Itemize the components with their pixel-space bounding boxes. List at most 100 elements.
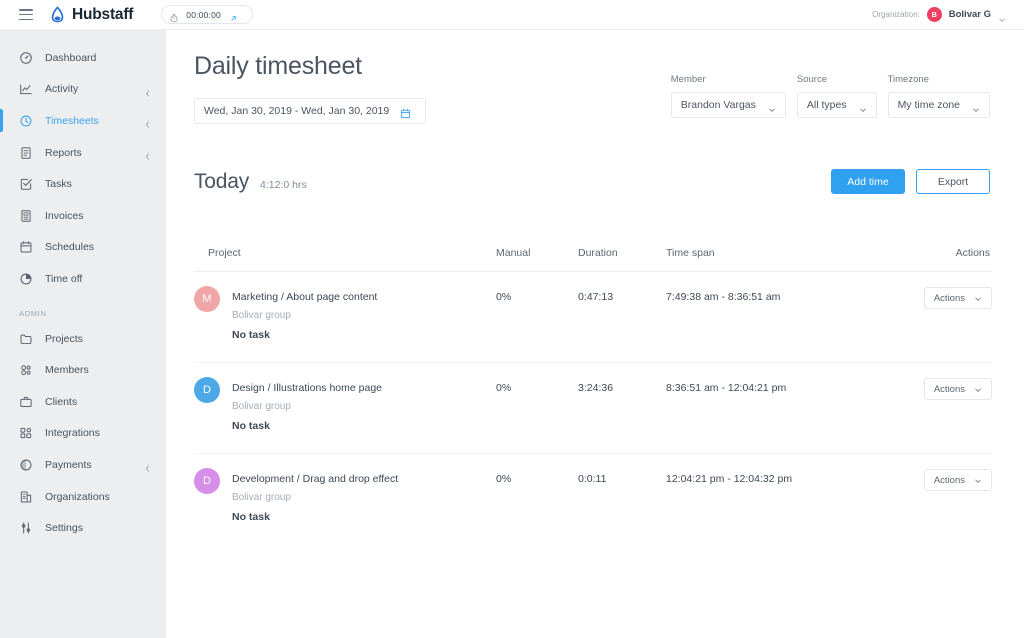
page-action-buttons: Add time Export xyxy=(831,169,990,194)
timer-widget[interactable]: 00:00:00 xyxy=(161,5,253,24)
sidebar-item-label: Timesheets xyxy=(45,115,99,127)
avatar: B xyxy=(927,7,942,22)
briefcase-icon xyxy=(19,395,33,409)
row-actions-button[interactable]: Actions xyxy=(924,287,992,309)
sidebar-item-label: Reports xyxy=(45,147,82,159)
table-header: Project Manual Duration Time span Action… xyxy=(194,235,992,272)
sidebar-item-label: Projects xyxy=(45,333,83,345)
chevron-down-icon xyxy=(859,101,867,109)
chevron-down-icon xyxy=(974,294,982,302)
hubstaff-logo-icon xyxy=(49,6,66,23)
sidebar-item-label: Dashboard xyxy=(45,52,96,64)
sidebar: Dashboard Activity Timesheets Reports Tasks I… xyxy=(0,30,166,638)
checkbox-task-icon xyxy=(19,177,33,191)
sidebar-item-integrations[interactable]: Integrations xyxy=(0,418,166,450)
sidebar-item-label: Settings xyxy=(45,522,83,534)
calendar-icon xyxy=(19,240,33,254)
row-actions-label: Actions xyxy=(934,293,965,304)
avatar: D xyxy=(194,468,220,494)
chevron-left-icon[interactable] xyxy=(143,85,152,94)
payments-coin-icon xyxy=(19,458,33,472)
sidebar-item-label: Invoices xyxy=(45,210,84,222)
sidebar-item-organizations[interactable]: Organizations xyxy=(0,481,166,513)
sidebar-item-label: Members xyxy=(45,364,89,376)
sidebar-item-clients[interactable]: Clients xyxy=(0,386,166,418)
hamburger-icon[interactable] xyxy=(19,9,33,20)
sidebar-item-label: Schedules xyxy=(45,241,94,253)
sidebar-item-label: Tasks xyxy=(45,178,72,190)
sidebar-item-invoices[interactable]: Invoices xyxy=(0,200,166,232)
sidebar-item-schedules[interactable]: Schedules xyxy=(0,232,166,264)
sidebar-item-settings[interactable]: Settings xyxy=(0,512,166,544)
sidebar-item-reports[interactable]: Reports xyxy=(0,137,166,169)
sidebar-item-time-off[interactable]: Time off xyxy=(0,263,166,295)
duration-value: 0:0:11 xyxy=(578,473,666,485)
chevron-left-icon[interactable] xyxy=(143,460,152,469)
row-actions-cell: Actions xyxy=(898,291,992,309)
sidebar-item-activity[interactable]: Activity xyxy=(0,74,166,106)
filter-value: All types xyxy=(807,99,847,111)
today-hours: 4:12:0 hrs xyxy=(260,179,307,191)
row-actions-cell: Actions xyxy=(898,473,992,491)
chevron-left-icon[interactable] xyxy=(143,116,152,125)
table-body: M Marketing / About page content Bolivar g… xyxy=(194,272,992,545)
filter-timezone-select[interactable]: My time zone xyxy=(888,92,990,118)
sidebar-item-members[interactable]: Members xyxy=(0,354,166,386)
members-icon xyxy=(19,363,33,377)
project-group: Bolivar group xyxy=(232,310,377,321)
sidebar-section-admin: ADMIN xyxy=(0,309,166,318)
chevron-down-icon xyxy=(974,385,982,393)
project-group: Bolivar group xyxy=(232,401,382,412)
chevron-left-icon[interactable] xyxy=(143,148,152,157)
sidebar-item-tasks[interactable]: Tasks xyxy=(0,168,166,200)
sidebar-item-payments[interactable]: Payments xyxy=(0,449,166,481)
filter-label: Source xyxy=(797,74,877,85)
organization-label: Organization: xyxy=(872,10,920,19)
pie-clock-icon xyxy=(19,272,33,286)
chevron-down-icon xyxy=(974,476,982,484)
report-document-icon xyxy=(19,146,33,160)
date-range-picker[interactable]: Wed, Jan 30, 2019 - Wed, Jan 30, 2019 xyxy=(194,98,426,124)
filter-value: Brandon Vargas xyxy=(681,99,756,111)
row-actions-button[interactable]: Actions xyxy=(924,469,992,491)
timespan-value: 7:49:38 am - 8:36:51 am xyxy=(666,291,898,303)
sidebar-item-label: Organizations xyxy=(45,491,110,503)
filter-value: My time zone xyxy=(898,99,960,111)
project-name[interactable]: Design / Illustrations home page xyxy=(232,382,382,394)
export-button[interactable]: Export xyxy=(916,169,990,194)
chevron-down-icon xyxy=(998,11,1006,19)
top-bar: Hubstaff 00:00:00 Organization: B Boliva… xyxy=(0,0,1024,30)
filter-source-select[interactable]: All types xyxy=(797,92,877,118)
manual-value: 0% xyxy=(496,473,578,485)
project-name[interactable]: Development / Drag and drop effect xyxy=(232,473,398,485)
add-time-button[interactable]: Add time xyxy=(831,169,905,194)
brand-logo[interactable]: Hubstaff xyxy=(49,6,133,24)
column-header-manual: Manual xyxy=(496,247,578,259)
sidebar-item-label: Integrations xyxy=(45,427,100,439)
organization-switcher[interactable]: Organization: B Bolivar G xyxy=(872,7,1006,22)
avatar: M xyxy=(194,286,220,312)
filter-member-select[interactable]: Brandon Vargas xyxy=(671,92,786,118)
chevron-down-icon xyxy=(972,101,980,109)
row-actions-button[interactable]: Actions xyxy=(924,378,992,400)
sidebar-item-dashboard[interactable]: Dashboard xyxy=(0,42,166,74)
filter-group: MemberBrandon VargasSourceAll typesTimez… xyxy=(671,74,990,118)
table-row: DDevelopment / Drag and drop effectBoliv… xyxy=(194,454,992,545)
filter-label: Member xyxy=(671,74,786,85)
row-actions-label: Actions xyxy=(934,475,965,486)
calendar-picker-icon xyxy=(400,106,411,117)
column-header-actions: Actions xyxy=(898,247,992,259)
sidebar-item-projects[interactable]: Projects xyxy=(0,323,166,355)
project-cell: DDesign / Illustrations home pageBolivar… xyxy=(194,382,496,432)
sidebar-item-timesheets[interactable]: Timesheets xyxy=(0,105,166,137)
brand-name: Hubstaff xyxy=(72,6,133,24)
dashboard-gauge-icon xyxy=(19,51,33,65)
page-title: Daily timesheet xyxy=(194,52,362,81)
duration-value: 3:24:36 xyxy=(578,382,666,394)
avatar: D xyxy=(194,377,220,403)
today-label: Today xyxy=(194,170,249,194)
building-icon xyxy=(19,490,33,504)
filter-source: Source All types xyxy=(797,74,877,118)
project-name[interactable]: Marketing / About page content xyxy=(232,291,377,303)
arrow-expand-icon[interactable] xyxy=(229,10,238,19)
